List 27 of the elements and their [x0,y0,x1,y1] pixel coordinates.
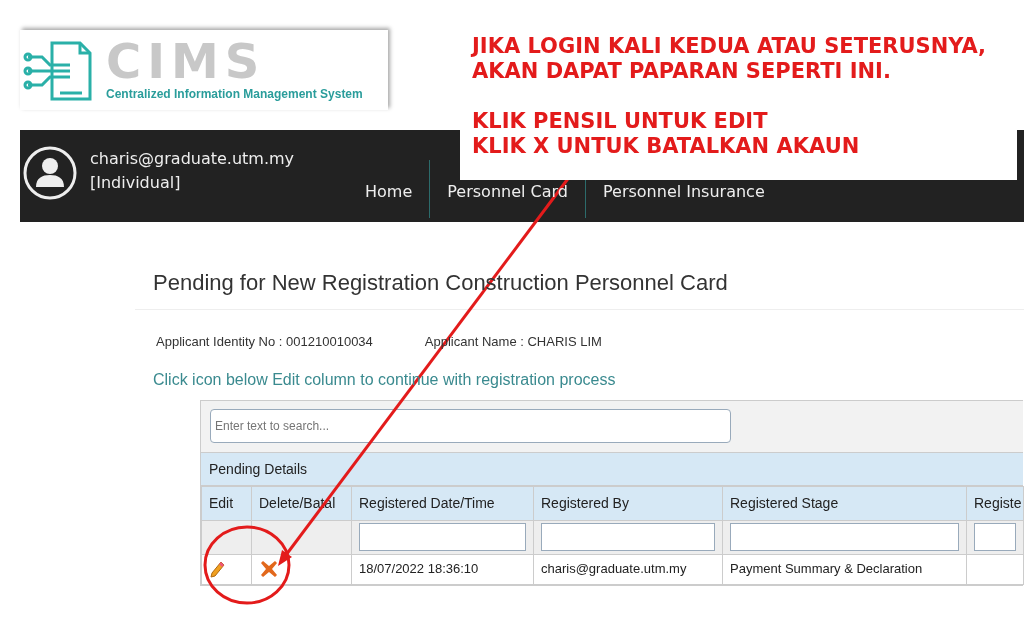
annotation-text: KLIK PENSIL UNTUK EDIT [472,109,769,134]
logo-tagline: Centralized Information Management System [106,86,363,103]
column-header: Registe [966,486,1024,520]
column-header: Registered Date/Time [351,486,534,520]
nav-link[interactable]: Home [365,182,413,202]
annotation-text: KLIK X UNTUK BATALKAN AKAUN [472,134,861,159]
table-cell: charis@graduate.utm.my [541,561,687,577]
filter-field[interactable] [359,523,526,551]
column-header: Registered Stage [722,486,967,520]
column-header: Registered By [533,486,723,520]
nav-link[interactable]: Personnel Insurance [602,182,765,202]
table-cell: Payment Summary & Declaration [730,561,923,577]
user-email: charis@graduate.utm.my [90,148,296,170]
annotation-text: AKAN DAPAT PAPARAN SEPERTI INI. [472,59,892,84]
delete-x-icon[interactable] [259,559,279,580]
user-role: [Individual] [90,172,182,194]
table-cell: 18/07/2022 18:36:10 [359,561,479,577]
user-avatar-icon [22,145,78,201]
applicant-info: Applicant Identity No : 001210010034 [156,333,373,351]
pencil-icon[interactable] [209,560,225,579]
column-header: Edit [201,486,252,520]
annotation-text: JIKA LOGIN KALI KEDUA ATAU SETERUSNYA, [472,34,988,59]
group-header: Pending Details [201,452,1023,486]
filter-field[interactable] [541,523,715,551]
filter-field[interactable] [974,523,1016,551]
search-field[interactable]: Enter text to search... [210,408,731,443]
filter-field[interactable] [730,523,959,551]
